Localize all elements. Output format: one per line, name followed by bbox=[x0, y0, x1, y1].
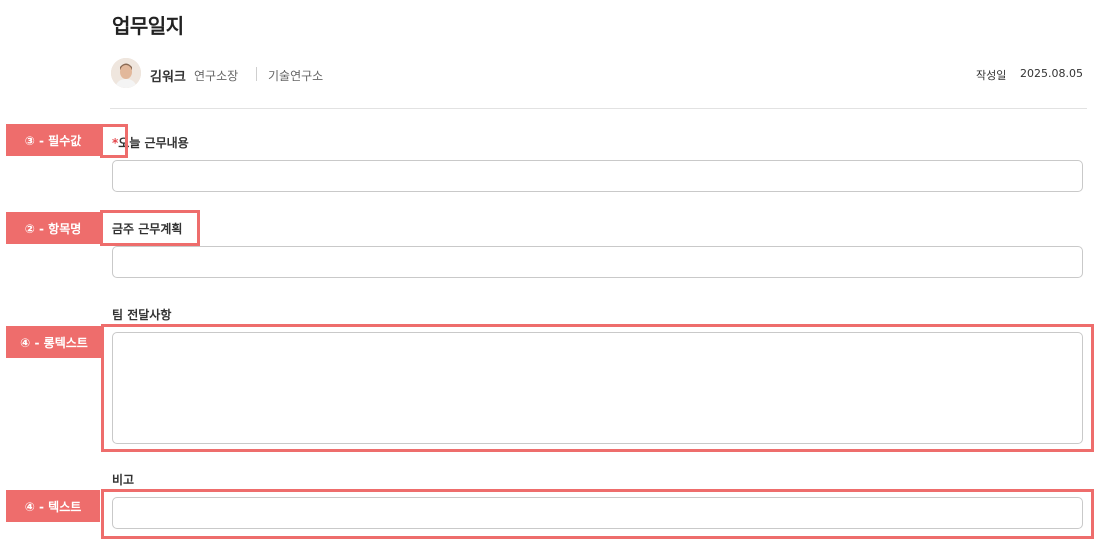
avatar bbox=[111, 58, 141, 88]
annotation-long-text-box bbox=[101, 324, 1094, 452]
annotation-text-box bbox=[101, 489, 1094, 539]
today-work-input[interactable] bbox=[112, 160, 1083, 192]
author-role: 연구소장 bbox=[194, 69, 239, 83]
author-department: 기술연구소 bbox=[268, 69, 324, 83]
author-separator bbox=[256, 67, 257, 81]
annotation-required-box bbox=[100, 124, 128, 158]
annotation-long-text-tag: ④ - 롱텍스트 bbox=[6, 326, 102, 358]
date-value: 2025.08.05 bbox=[1020, 67, 1083, 80]
annotation-text-tag: ④ - 텍스트 bbox=[6, 490, 100, 522]
field-label-remarks: 비고 bbox=[112, 473, 135, 487]
page-title: 업무일지 bbox=[112, 14, 184, 38]
person-avatar-icon bbox=[111, 58, 141, 88]
author-name: 김워크 bbox=[150, 70, 186, 85]
weekly-plan-input[interactable] bbox=[112, 246, 1083, 278]
field-label-team-notes: 팀 전달사항 bbox=[112, 308, 172, 322]
annotation-field-name-box bbox=[100, 210, 200, 246]
field-label-text: 오늘 근무내용 bbox=[118, 136, 189, 150]
header-divider bbox=[110, 108, 1087, 109]
annotation-field-name-tag: ② - 항목명 bbox=[6, 212, 100, 244]
date-label: 작성일 bbox=[976, 69, 1007, 82]
annotation-required-tag: ③ - 필수값 bbox=[6, 124, 100, 156]
